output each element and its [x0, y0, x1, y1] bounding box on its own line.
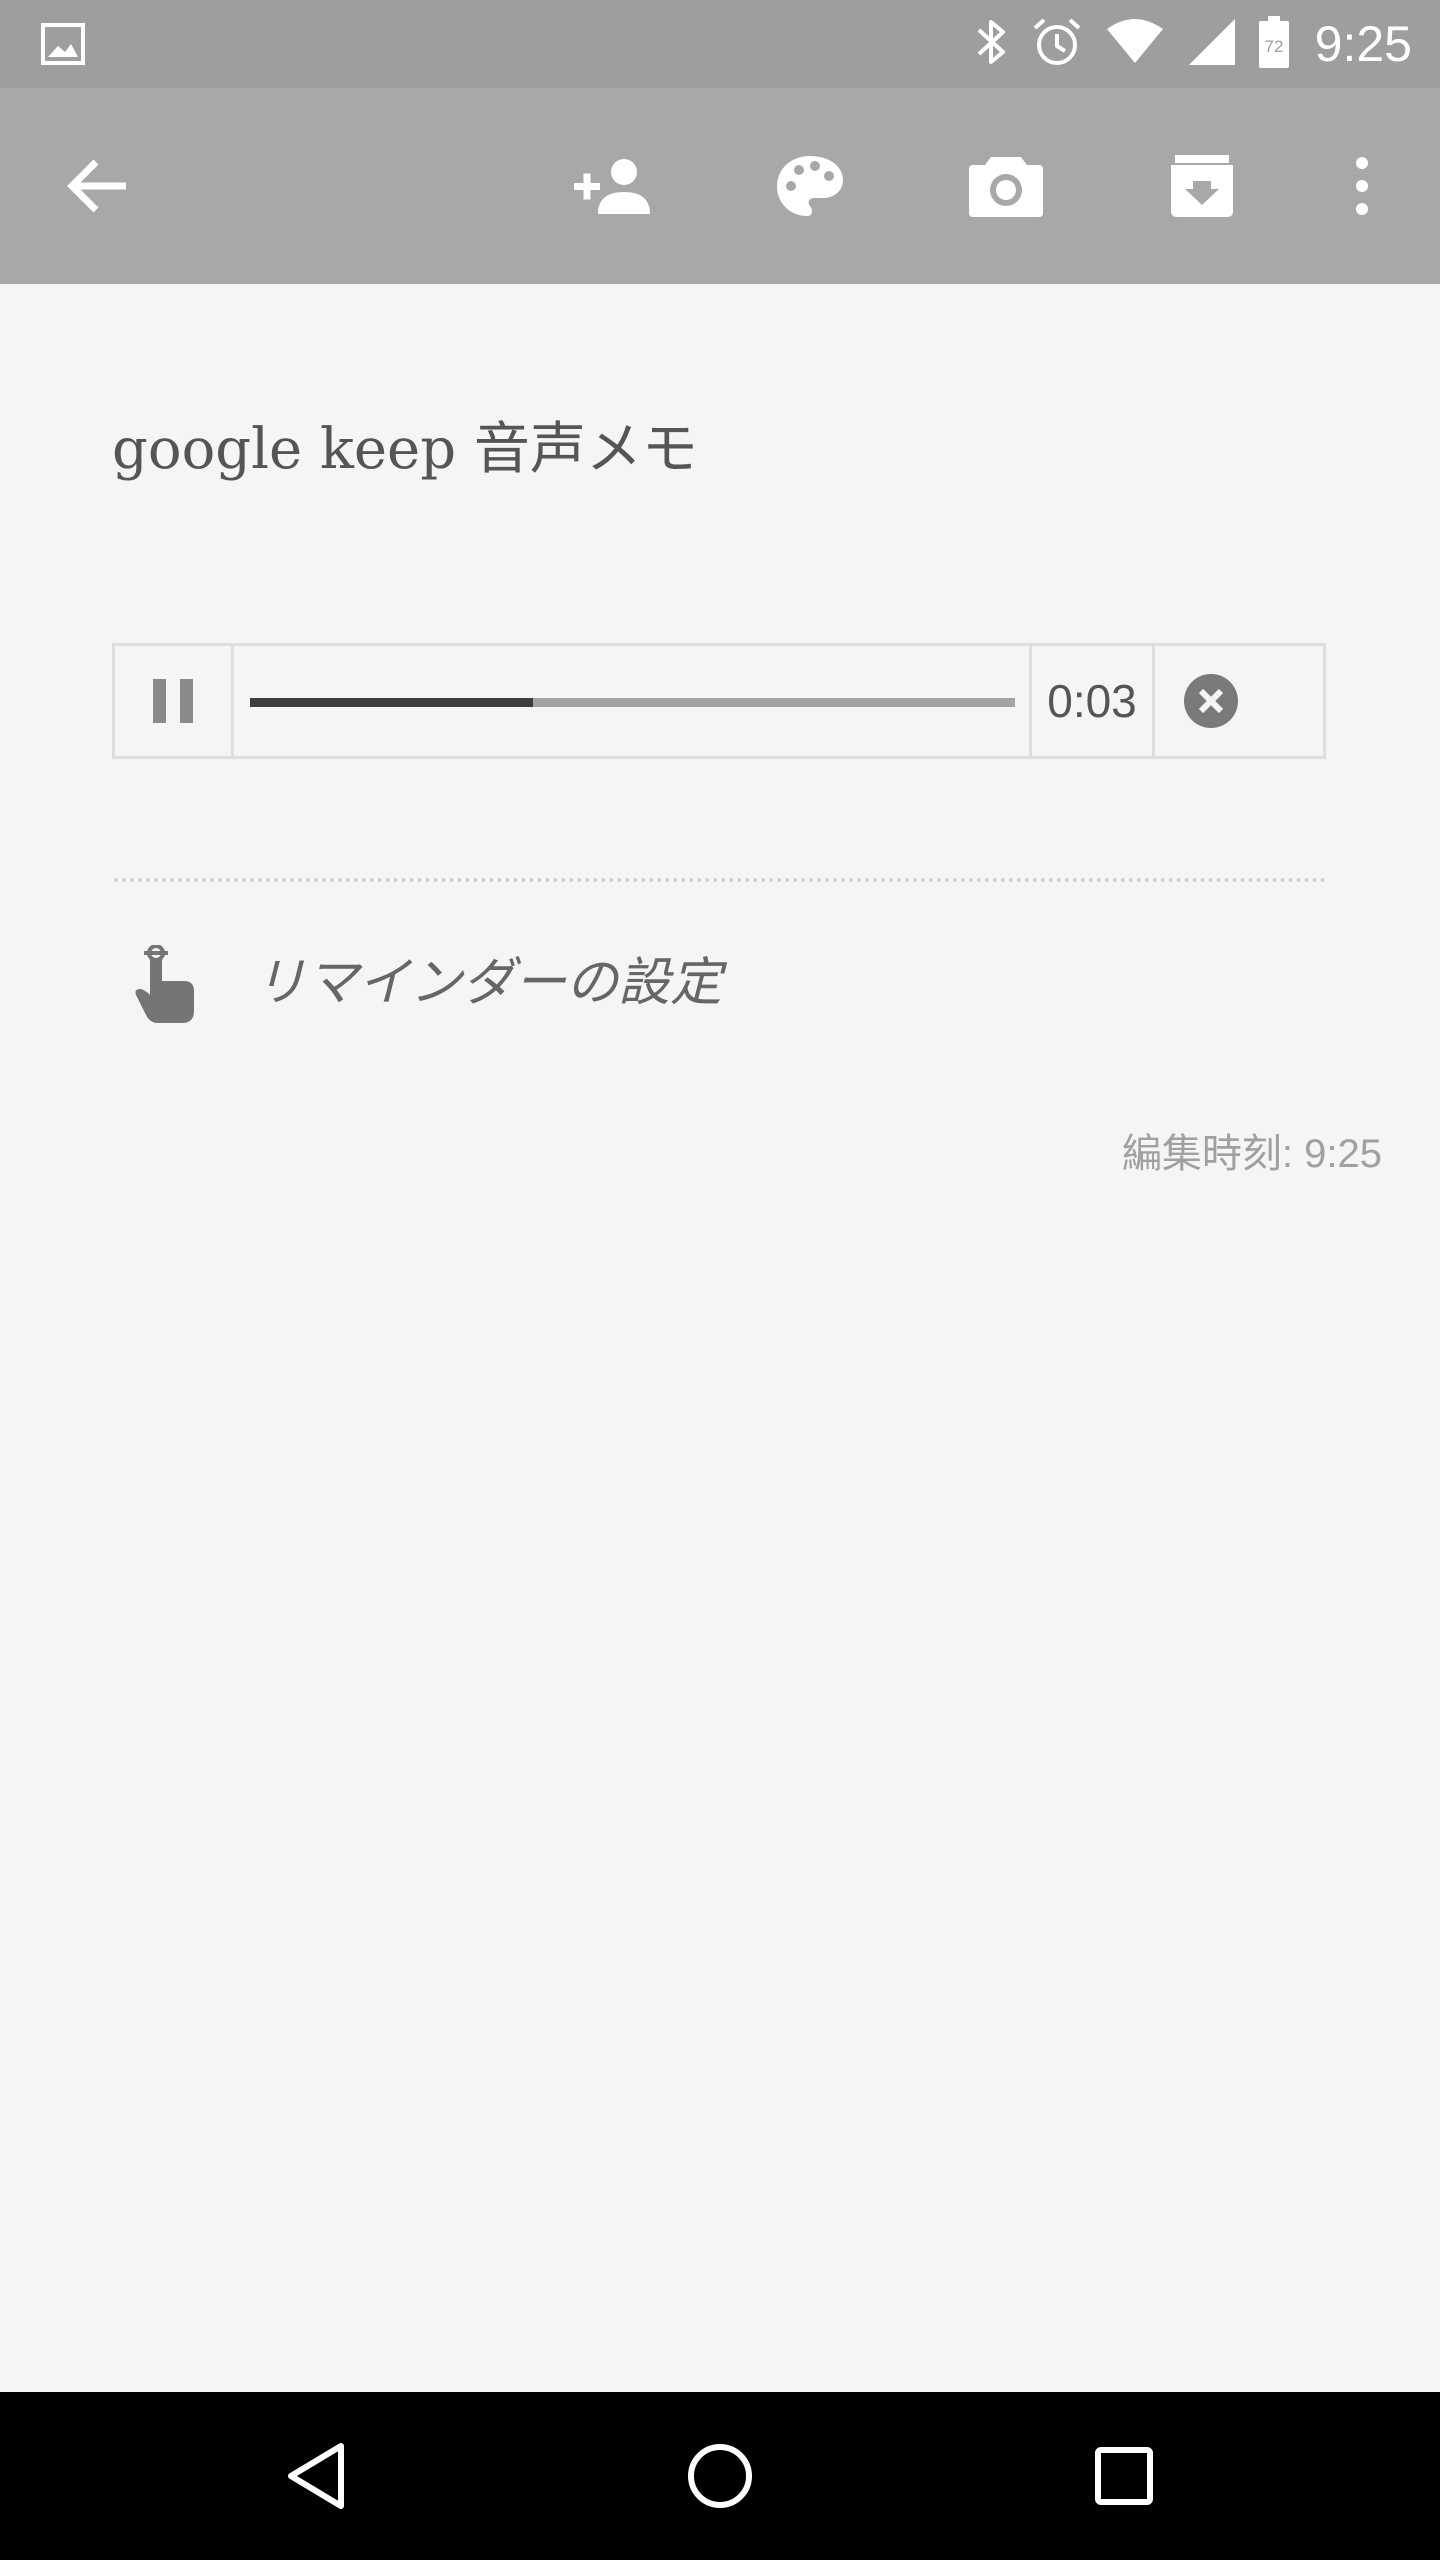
reminder-finger-icon — [130, 944, 198, 1025]
image-icon — [40, 22, 86, 66]
archive-button[interactable] — [1142, 88, 1262, 284]
edited-timestamp: 編集時刻: 9:25 — [1121, 1132, 1382, 1176]
archive-icon — [1171, 155, 1233, 217]
status-bar: 72 9:25 — [0, 0, 1440, 88]
note-title[interactable]: google keep 音声メモ — [112, 410, 698, 490]
nav-recents-icon — [1095, 2447, 1153, 2505]
wifi-icon — [1105, 19, 1165, 69]
audio-progress-fill — [250, 698, 534, 707]
close-circle-icon — [1184, 674, 1238, 728]
more-options-button[interactable] — [1302, 88, 1422, 284]
toolbar — [0, 88, 1440, 284]
bluetooth-icon — [975, 16, 1009, 72]
nav-back-icon — [288, 2443, 344, 2509]
reminder-row[interactable]: リマインダーの設定 — [112, 935, 1012, 1035]
status-time: 9:25 — [1314, 16, 1412, 72]
reminder-label: リマインダーの設定 — [254, 953, 723, 1013]
battery-icon: 72 — [1258, 16, 1289, 72]
nav-home-icon — [688, 2444, 752, 2508]
pause-icon — [153, 679, 193, 723]
pause-button[interactable] — [115, 646, 234, 756]
nav-recents-button[interactable] — [1044, 2392, 1204, 2560]
palette-icon — [777, 156, 843, 216]
navigation-bar — [0, 2392, 1440, 2560]
add-person-icon — [574, 159, 650, 214]
svg-text:72: 72 — [1264, 37, 1283, 56]
signal-icon — [1187, 17, 1237, 71]
collaborator-button[interactable] — [554, 88, 674, 284]
audio-elapsed-time: 0:03 — [1032, 646, 1155, 756]
camera-icon — [969, 157, 1043, 217]
color-button[interactable] — [750, 88, 870, 284]
more-vert-icon — [1356, 157, 1368, 215]
remove-audio-button[interactable] — [1155, 646, 1295, 756]
screen: 72 9:25 google keep 音声メモ 0:03 リマインダーの設定 … — [0, 0, 1440, 2560]
audio-progress-track[interactable] — [234, 646, 1032, 756]
audio-player: 0:03 — [112, 643, 1326, 759]
nav-back-button[interactable] — [236, 2392, 396, 2560]
alarm-icon — [1031, 16, 1083, 72]
back-button[interactable] — [38, 88, 158, 284]
dotted-divider — [114, 878, 1326, 882]
nav-home-button[interactable] — [640, 2392, 800, 2560]
status-icons: 72 9:25 — [953, 0, 1412, 88]
audio-progress-bar — [250, 698, 1015, 707]
back-arrow-icon — [67, 159, 126, 213]
camera-button[interactable] — [946, 88, 1066, 284]
